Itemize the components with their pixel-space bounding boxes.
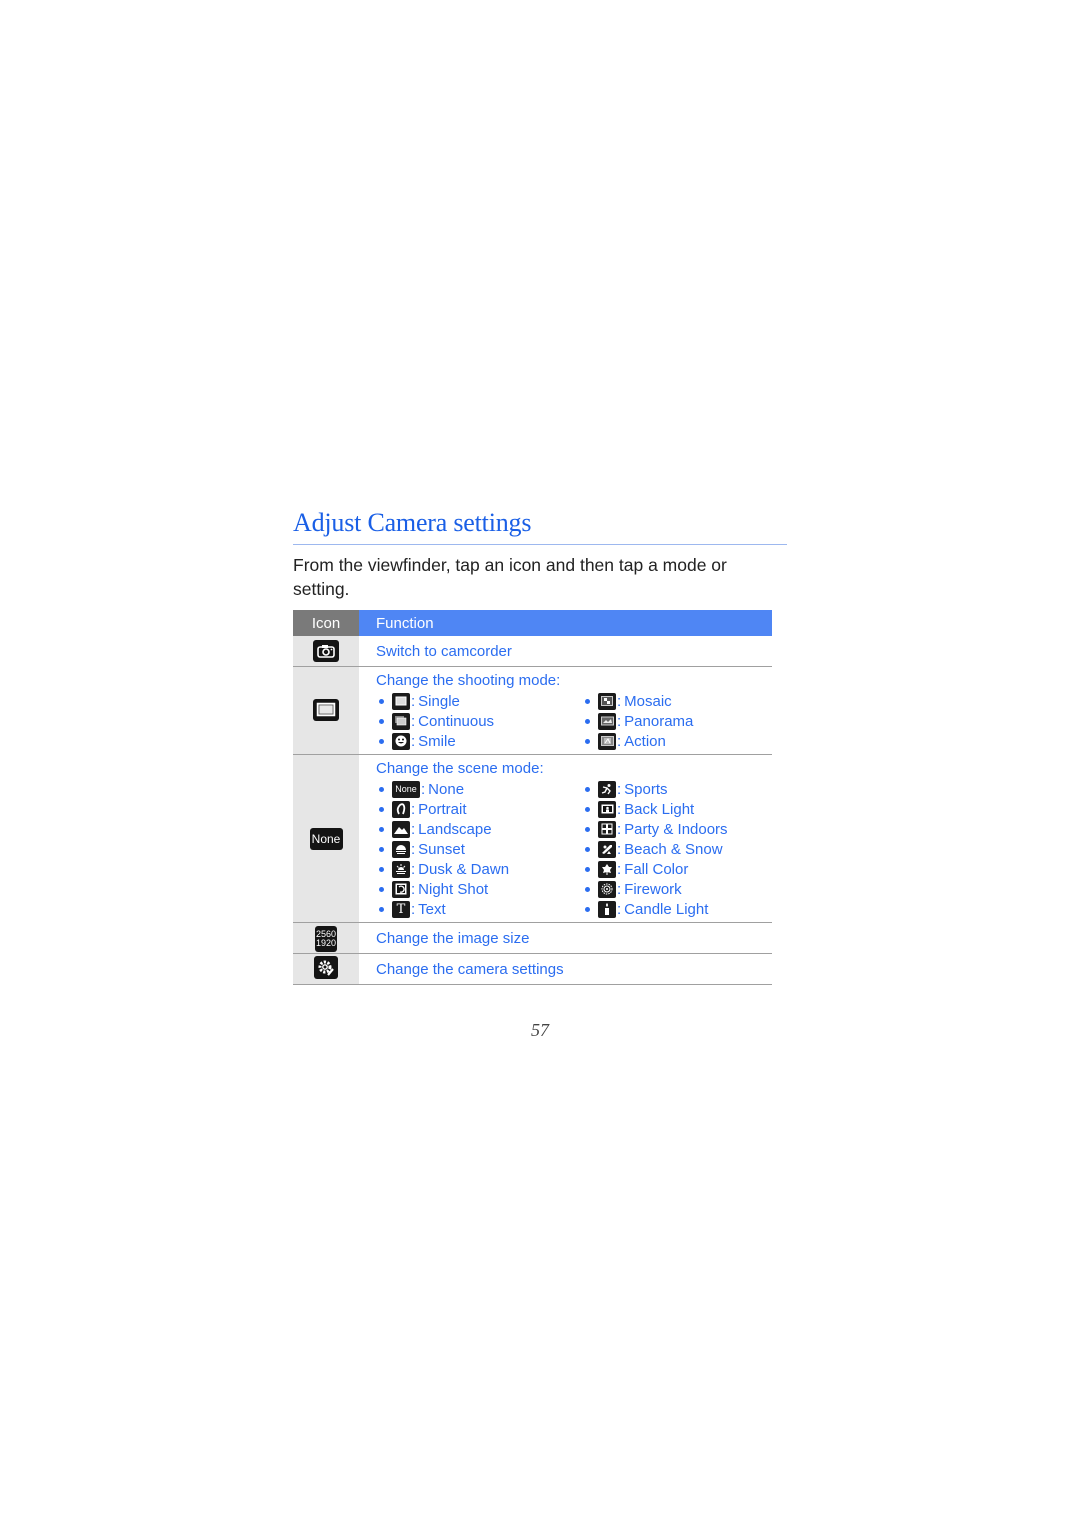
list-item: None: None (376, 779, 582, 799)
function-camera-settings: Change the camera settings (359, 953, 772, 985)
bullet (585, 906, 590, 912)
bullet (585, 718, 590, 724)
header-function: Function (359, 610, 772, 636)
bullet (379, 826, 384, 832)
list-item: : Panorama (582, 711, 772, 731)
smile-icon (392, 732, 410, 750)
header-icon: Icon (293, 610, 359, 636)
bullet (585, 866, 590, 872)
fall-color-icon (598, 860, 616, 878)
candle-light-icon (598, 900, 616, 918)
bullet (379, 806, 384, 812)
scene-mode-list: None: None : Sports : Portrait : Back Light … (376, 779, 772, 919)
function-switch-camcorder: Switch to camcorder (359, 636, 772, 667)
title-divider (293, 544, 787, 545)
mosaic-icon (598, 692, 616, 710)
list-item: : Firework (582, 879, 772, 899)
night-shot-icon (392, 880, 410, 898)
table-row: Switch to camcorder (293, 636, 772, 667)
list-item: : Continuous (376, 711, 582, 731)
party-indoors-icon (598, 820, 616, 838)
list-item: : Mosaic (582, 691, 772, 711)
list-item: : Dusk & Dawn (376, 859, 582, 879)
list-item: : Night Shot (376, 879, 582, 899)
table-row: None Change the scene mode: None: None :S… (293, 754, 772, 923)
list-item: : Back Light (582, 799, 772, 819)
table-row: Change the shooting mode: : Single : Mosai… (293, 666, 772, 755)
table-header-row: Icon Function (293, 610, 772, 636)
table-row: Change the camera settings (293, 953, 772, 985)
list-item: T: Text (376, 899, 582, 919)
list-item: : Portrait (376, 799, 582, 819)
shooting-mode-list: : Single : Mosaic : Continuous : Panorama :S… (376, 691, 772, 751)
dusk-dawn-icon (392, 860, 410, 878)
table-row: 2560 1920 Change the image size (293, 922, 772, 954)
list-item: : Action (582, 731, 772, 751)
camera-settings-table: Icon Function Switch to camcorder Change… (293, 610, 772, 985)
bullet (379, 718, 384, 724)
bullet (379, 886, 384, 892)
list-item: : Candle Light (582, 899, 772, 919)
bullet (379, 698, 384, 704)
camera-icon[interactable] (313, 639, 339, 662)
list-item: : Single (376, 691, 582, 711)
panorama-icon (598, 712, 616, 730)
bullet (379, 866, 384, 872)
bullet (585, 738, 590, 744)
action-icon (598, 732, 616, 750)
page-number: 57 (531, 1020, 549, 1040)
none-scene-icon[interactable]: None (309, 827, 343, 850)
list-item: : Fall Color (582, 859, 772, 879)
single-shot-icon[interactable] (313, 698, 339, 721)
beach-snow-icon (598, 840, 616, 858)
continuous-icon (392, 712, 410, 730)
list-item: : Beach & Snow (582, 839, 772, 859)
bullet (379, 738, 384, 744)
bullet (379, 846, 384, 852)
list-item: : Sports (582, 779, 772, 799)
single-icon (392, 692, 410, 710)
back-light-icon (598, 800, 616, 818)
bullet (585, 698, 590, 704)
bullet (379, 906, 384, 912)
firework-icon (598, 880, 616, 898)
bullet (585, 786, 590, 792)
list-item: : Sunset (376, 839, 582, 859)
list-item: : Party & Indoors (582, 819, 772, 839)
page-title: Adjust Camera settings (293, 508, 532, 537)
list-item: : Smile (376, 731, 582, 751)
list-item: : Landscape (376, 819, 582, 839)
sunset-icon (392, 840, 410, 858)
function-image-size: Change the image size (359, 922, 772, 954)
text-icon: T (392, 900, 410, 918)
shooting-mode-heading: Change the shooting mode: (376, 672, 561, 689)
portrait-icon (392, 800, 410, 818)
bullet (379, 786, 384, 792)
scene-mode-heading: Change the scene mode: (376, 760, 544, 777)
none-icon: None (392, 780, 420, 798)
bullet (585, 806, 590, 812)
bullet (585, 886, 590, 892)
sports-icon (598, 780, 616, 798)
settings-gear-icon[interactable] (314, 956, 338, 980)
image-size-icon[interactable]: 2560 1920 (315, 926, 337, 952)
landscape-icon (392, 820, 410, 838)
bullet (585, 846, 590, 852)
bullet (585, 826, 590, 832)
intro-paragraph: From the viewfinder, tap an icon and the… (293, 555, 727, 599)
